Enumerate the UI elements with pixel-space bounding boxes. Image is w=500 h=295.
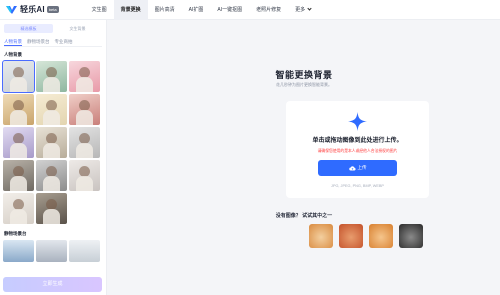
logo-icon [6, 5, 17, 14]
upload-button[interactable]: 上传 [318, 160, 397, 176]
sample-images [309, 224, 429, 248]
scene-thumbnail[interactable] [3, 240, 34, 262]
generate-button[interactable]: 立即生成 [3, 277, 102, 292]
template-thumbnail[interactable] [3, 127, 34, 158]
template-thumbnail[interactable] [36, 193, 67, 224]
tab-template[interactable]: 精选模板 [4, 24, 53, 33]
person-body [43, 209, 60, 224]
template-thumbnail[interactable] [36, 127, 67, 158]
sample-woman[interactable] [399, 224, 423, 248]
template-thumbnail[interactable] [3, 94, 34, 125]
section-title-scene: 静物场景台 [4, 231, 27, 236]
person-body [76, 77, 93, 92]
dropzone-warning: 请确保您使用的是本人或经他人合法授权的图片 [317, 149, 398, 153]
person-body [43, 110, 60, 125]
logo[interactable]: 轻乐AI beta [6, 4, 59, 15]
template-thumbnail[interactable] [36, 61, 67, 92]
dropzone-headline: 单击或拖动图像到此处进行上传。 [312, 138, 403, 144]
person-body [43, 176, 60, 191]
sparkle-icon [348, 112, 367, 136]
category-tabs: 人物背景 静物场景台 专业商拍 [4, 39, 102, 47]
top-navbar: 轻乐AI beta 文生图 背景更换 图片高清 AI扩图 AI一键抠图 老照片修复 更多 [0, 0, 500, 20]
template-thumbnail[interactable] [36, 160, 67, 191]
nav-item[interactable]: 文生图 [85, 0, 114, 20]
sample-food[interactable] [339, 224, 363, 248]
person-body [43, 77, 60, 92]
person-body [76, 110, 93, 125]
nav-item[interactable]: 图片高清 [148, 0, 182, 20]
tab-pro-shoot[interactable]: 专业商拍 [55, 39, 73, 46]
person-body [10, 110, 27, 125]
nav-more-menu[interactable]: 更多 [288, 0, 318, 20]
sample-dog[interactable] [369, 224, 393, 248]
upload-dropzone[interactable]: 单击或拖动图像到此处进行上传。 请确保您使用的是本人或经他人合法授权的图片 上传… [286, 101, 429, 198]
scene-thumbnail[interactable] [69, 240, 100, 262]
person-body [76, 143, 93, 158]
cloud-upload-icon [348, 165, 356, 170]
template-thumbnail[interactable] [36, 94, 67, 125]
nav-item[interactable]: 背景更换 [113, 0, 148, 20]
try-samples-label: 没有图像？ 试试其中之一 [275, 213, 333, 219]
template-thumbnail[interactable] [69, 127, 100, 158]
scene-thumbnail[interactable] [36, 240, 67, 262]
person-template-grid [2, 60, 106, 224]
sample-bottle[interactable] [309, 224, 333, 248]
supported-formats: JPG, JPEG, PNG, BMP, WEBP [331, 184, 384, 188]
main-nav: 文生图 背景更换 图片高清 AI扩图 AI一键抠图 老照片修复 更多 [85, 0, 319, 20]
logo-text: 轻乐AI [20, 5, 45, 14]
left-panel: 精选模板 文生背景 人物背景 静物场景台 专业商拍 人物背景 静物场景台 立即生… [0, 20, 107, 295]
mode-tabs: 精选模板 文生背景 [4, 24, 102, 33]
tab-text-background[interactable]: 文生背景 [53, 24, 102, 33]
nav-item[interactable]: 老照片修复 [249, 0, 288, 20]
scene-template-grid [3, 240, 106, 262]
person-body [76, 176, 93, 191]
tab-person-background[interactable]: 人物背景 [4, 39, 22, 46]
person-body [10, 209, 27, 224]
template-thumbnail[interactable] [3, 193, 34, 224]
template-thumbnail[interactable] [69, 61, 100, 92]
page-title: 智能更换背景 [275, 70, 333, 80]
upload-button-label: 上传 [357, 165, 367, 170]
template-thumbnail[interactable] [69, 94, 100, 125]
person-body [10, 176, 27, 191]
nav-item[interactable]: AI一键抠图 [210, 0, 249, 20]
template-thumbnail[interactable] [2, 60, 35, 93]
person-body [10, 143, 27, 158]
template-thumbnail[interactable] [3, 160, 34, 191]
template-thumbnail[interactable] [69, 160, 100, 191]
section-title-person: 人物背景 [4, 52, 22, 57]
page-subtitle: 花几秒钟为图片更换智能背景。 [276, 82, 332, 87]
person-body [10, 77, 27, 92]
person-body [43, 143, 60, 158]
chevron-down-icon [307, 6, 312, 11]
beta-badge: beta [46, 6, 59, 13]
tab-still-scene[interactable]: 静物场景台 [27, 39, 50, 46]
nav-more-label: 更多 [295, 6, 306, 13]
nav-item[interactable]: AI扩图 [182, 0, 211, 20]
